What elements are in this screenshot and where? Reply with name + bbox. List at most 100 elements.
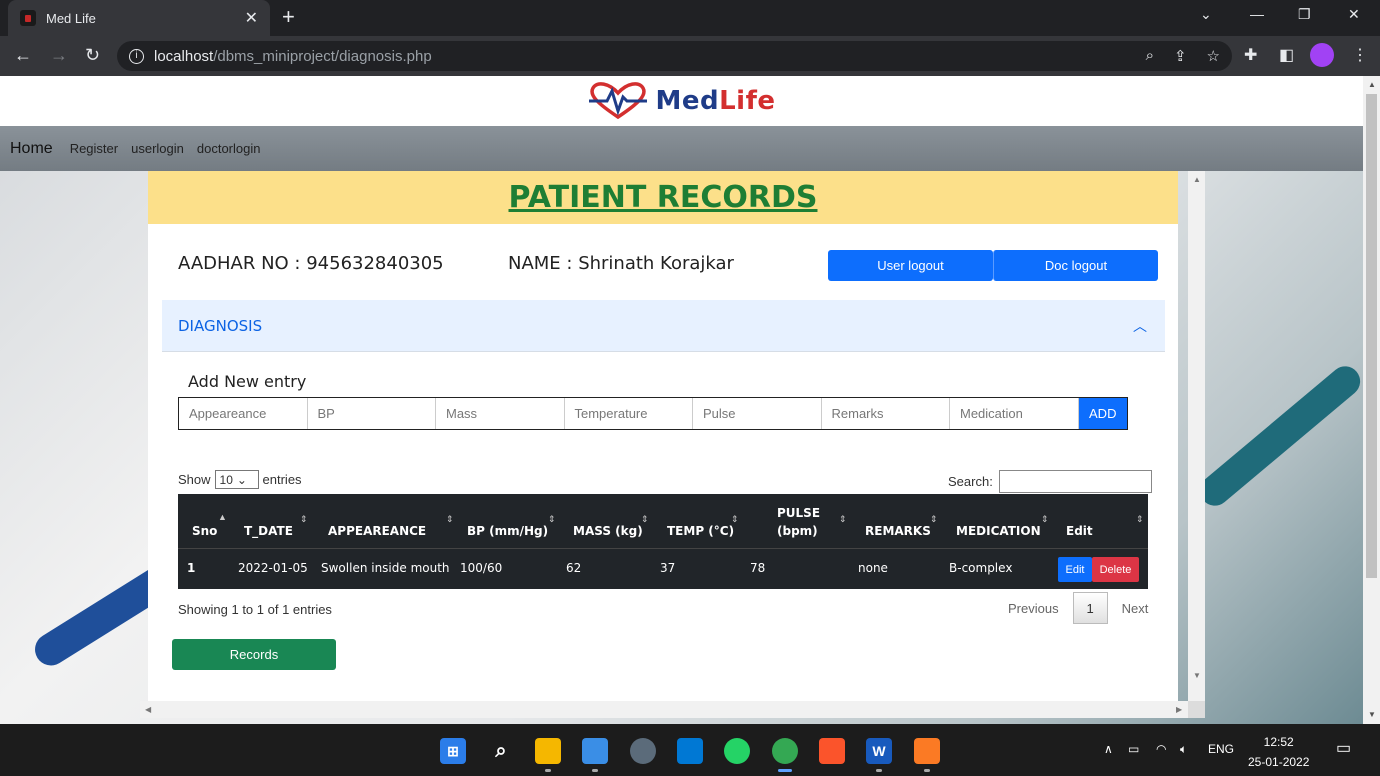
menu-kebab-icon[interactable]: ⋮: [1352, 45, 1368, 65]
notifications-icon[interactable]: ▭: [1336, 738, 1351, 758]
close-tab-icon[interactable]: ✕: [245, 8, 258, 28]
wifi-icon[interactable]: ◠: [1156, 742, 1166, 756]
diagnosis-accordion[interactable]: DIAGNOSIS ︿: [162, 300, 1165, 352]
restore-icon[interactable]: ❐: [1298, 6, 1311, 23]
entries-length-control: Show 10 ⌄ entries: [178, 470, 302, 489]
address-bar[interactable]: i localhost /dbms_miniproject/diagnosis.…: [117, 41, 1232, 71]
medlife-logo[interactable]: MedLife: [587, 81, 775, 121]
word-icon[interactable]: W: [866, 738, 892, 764]
records-button[interactable]: Records: [172, 639, 336, 670]
scrollbar-thumb[interactable]: [1366, 94, 1377, 578]
browser-tab[interactable]: Med Life ✕: [8, 0, 270, 36]
bookmark-star-icon[interactable]: ☆: [1207, 47, 1220, 65]
add-entry-title: Add New entry: [188, 372, 307, 391]
scroll-right-icon[interactable]: ▶: [1176, 705, 1182, 714]
table-search: Search:: [948, 470, 1152, 493]
diagnosis-table: Sno ▲ T_DATE ⇕ APPEAREANCE ⇕ BP (mm/Hg) …: [178, 494, 1148, 589]
xampp-icon[interactable]: [914, 738, 940, 764]
table-header: Sno ▲ T_DATE ⇕ APPEAREANCE ⇕ BP (mm/Hg) …: [178, 494, 1148, 549]
settings-gear-icon[interactable]: [630, 738, 656, 764]
chevron-up-icon[interactable]: ︿: [1133, 316, 1147, 336]
add-button[interactable]: ADD: [1078, 398, 1127, 429]
favicon-icon: [20, 10, 36, 26]
tab-title: Med Life: [46, 10, 96, 26]
cell-pulse: 78: [750, 561, 766, 575]
file-explorer-icon[interactable]: [535, 738, 561, 764]
scroll-down-icon[interactable]: ▼: [1193, 671, 1201, 680]
forward-icon[interactable]: →: [50, 45, 68, 66]
scroll-left-icon[interactable]: ◀: [145, 705, 151, 714]
header-appearance[interactable]: APPEAREANCE: [328, 524, 426, 538]
minimize-icon[interactable]: —: [1250, 6, 1264, 22]
scroll-up-icon[interactable]: ▲: [1368, 80, 1376, 89]
header-pulse[interactable]: PULSE: [777, 506, 820, 520]
sort-icon: ⇕: [446, 514, 454, 524]
system-clock[interactable]: 12:52 25-01-2022: [1248, 732, 1309, 772]
windows-start-icon[interactable]: ⊞: [440, 738, 466, 764]
mass-input[interactable]: Mass: [436, 398, 565, 429]
nav-register[interactable]: Register: [70, 141, 118, 156]
profile-avatar[interactable]: [1310, 43, 1334, 67]
temperature-input[interactable]: Temperature: [564, 398, 693, 429]
vscode-icon[interactable]: [677, 738, 703, 764]
header-remarks[interactable]: REMARKS: [865, 524, 931, 538]
volume-icon[interactable]: 🔈︎: [1180, 742, 1187, 757]
zoom-icon[interactable]: ⌕: [1146, 47, 1154, 65]
previous-page-button[interactable]: Previous: [994, 601, 1073, 616]
header-bp[interactable]: BP (mm/Hg): [467, 524, 548, 538]
new-tab-icon[interactable]: +: [282, 4, 295, 30]
scroll-down-icon[interactable]: ▼: [1368, 710, 1376, 719]
page-1-button[interactable]: 1: [1072, 592, 1108, 624]
notepad-icon[interactable]: [582, 738, 608, 764]
card-horizontal-scrollbar[interactable]: ◀ ▶: [140, 701, 1188, 718]
nav-home[interactable]: Home: [10, 140, 53, 158]
reload-icon[interactable]: ↻: [85, 45, 100, 66]
extensions-icon[interactable]: ✚: [1244, 45, 1257, 65]
share-icon[interactable]: ⇪: [1174, 47, 1187, 65]
search-icon[interactable]: ⌕: [488, 738, 514, 764]
side-panel-icon[interactable]: ◧: [1279, 45, 1294, 65]
header-medication[interactable]: MEDICATION: [956, 524, 1041, 538]
url-path: /dbms_miniproject/diagnosis.php: [213, 47, 432, 65]
nav-doctorlogin[interactable]: doctorlogin: [197, 141, 261, 156]
scroll-up-icon[interactable]: ▲: [1193, 175, 1201, 184]
site-info-icon[interactable]: i: [129, 48, 144, 64]
header-mass[interactable]: MASS (kg): [573, 524, 643, 538]
battery-icon[interactable]: ▭: [1128, 742, 1139, 756]
header-date[interactable]: T_DATE: [244, 524, 293, 538]
delete-button[interactable]: Delete: [1092, 557, 1139, 582]
cell-appearance: Swollen inside mouth: [321, 561, 450, 575]
next-page-button[interactable]: Next: [1108, 601, 1163, 616]
chevron-up-icon[interactable]: ∧: [1104, 742, 1113, 756]
appearance-input[interactable]: Appeareance: [179, 398, 308, 429]
back-icon[interactable]: ←: [14, 45, 32, 66]
web-page: MedLife Home Register userlogin doctorlo…: [0, 76, 1363, 724]
pulse-input[interactable]: Pulse: [693, 398, 822, 429]
header-temp[interactable]: TEMP (°C): [667, 524, 734, 538]
doc-logout-button[interactable]: Doc logout: [993, 250, 1158, 281]
close-window-icon[interactable]: ✕: [1348, 6, 1360, 23]
cell-medication: B-complex: [949, 561, 1013, 575]
tab-search-icon[interactable]: ⌄: [1200, 6, 1212, 23]
medication-input[interactable]: Medication: [950, 398, 1079, 429]
header-sno[interactable]: Sno: [192, 524, 217, 538]
search-input[interactable]: [998, 470, 1152, 493]
card-vertical-scrollbar[interactable]: ▲ ▼: [1188, 171, 1205, 701]
brave-icon[interactable]: [819, 738, 845, 764]
chrome-icon[interactable]: [772, 738, 798, 764]
entries-select[interactable]: 10 ⌄: [214, 470, 259, 489]
bp-input[interactable]: BP: [307, 398, 436, 429]
taskbar: ⊞ ⌕ W ∧ ▭ ◠ 🔈︎ ENG 12:52 25-01-2022 ▭: [0, 724, 1380, 776]
page-vertical-scrollbar[interactable]: ▲ ▼: [1363, 76, 1380, 724]
sort-icon: ⇕: [930, 514, 938, 524]
user-logout-button[interactable]: User logout: [828, 250, 993, 281]
remarks-input[interactable]: Remarks: [821, 398, 950, 429]
show-label: Show: [178, 472, 211, 487]
cell-mass: 62: [566, 561, 582, 575]
edit-button[interactable]: Edit: [1058, 557, 1092, 582]
nav-userlogin[interactable]: userlogin: [131, 141, 184, 156]
running-indicator: [545, 769, 551, 772]
language-indicator[interactable]: ENG: [1208, 742, 1234, 756]
whatsapp-icon[interactable]: [724, 738, 750, 764]
header-edit[interactable]: Edit: [1066, 524, 1093, 538]
